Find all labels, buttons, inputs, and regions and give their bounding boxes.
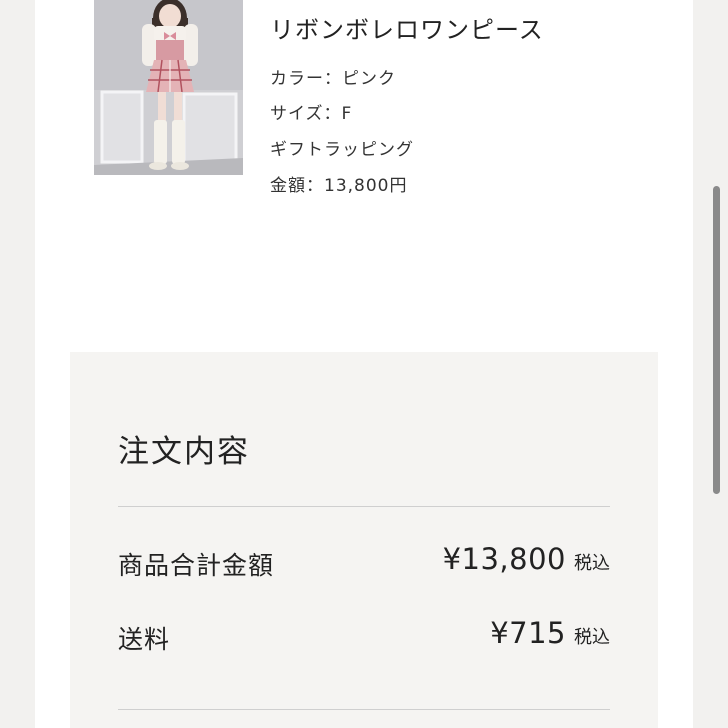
- subtotal-label: 商品合計金額: [118, 551, 275, 580]
- product-photo-illustration: [94, 0, 243, 175]
- page-scrollbar[interactable]: [713, 186, 720, 494]
- order-summary-title: 注文内容: [118, 434, 250, 470]
- order-page: リボンボレロワンピース カラー：ピンク サイズ：F ギフトラッピング 金額：13…: [35, 0, 693, 728]
- subtotal-tax-note: 税込: [574, 553, 610, 574]
- shipping-value: ¥715 税込: [490, 616, 610, 650]
- shipping-tax-note: 税込: [574, 627, 610, 648]
- shipping-amount: ¥715: [490, 616, 566, 650]
- order-summary: 注文内容 商品合計金額 ¥13,800 税込 送料 ¥715 税込: [70, 352, 658, 728]
- product-color: カラー：ピンク: [270, 69, 396, 89]
- product-image[interactable]: [94, 0, 243, 175]
- shipping-row: 送料 ¥715 税込: [118, 616, 610, 656]
- summary-divider: [118, 506, 610, 507]
- summary-divider: [118, 709, 610, 710]
- product-size: サイズ：F: [270, 104, 353, 124]
- subtotal-amount: ¥13,800: [442, 542, 566, 576]
- product-gift-wrapping: ギフトラッピング: [270, 140, 414, 160]
- subtotal-value: ¥13,800 税込: [443, 542, 610, 576]
- shipping-label: 送料: [118, 625, 171, 654]
- product-price: 金額：13,800円: [270, 176, 408, 196]
- subtotal-row: 商品合計金額 ¥13,800 税込: [118, 542, 610, 582]
- product-name[interactable]: リボンボレロワンピース: [270, 10, 544, 45]
- viewport: リボンボレロワンピース カラー：ピンク サイズ：F ギフトラッピング 金額：13…: [0, 0, 728, 728]
